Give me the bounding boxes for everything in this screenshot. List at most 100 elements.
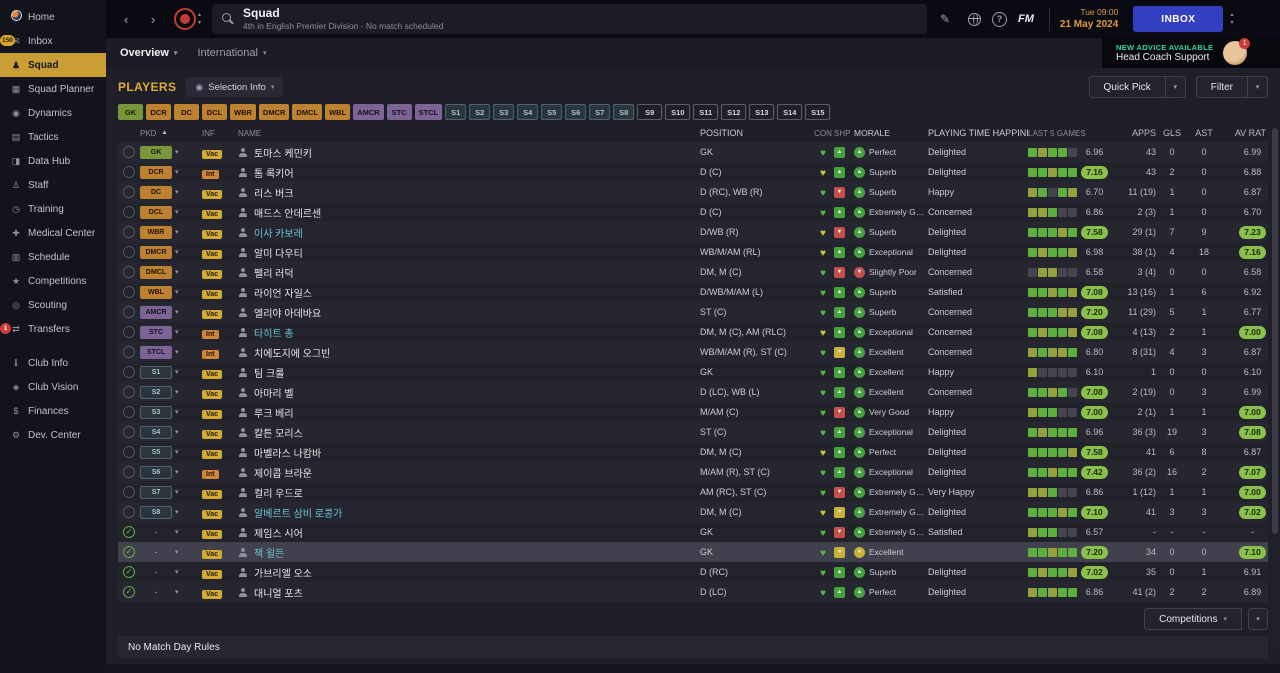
slot-dc[interactable]: DC — [174, 104, 199, 120]
player-row[interactable]: WBL ▾ Vac 라이언 자일스 D/WB/M/AM (L) ♥ ▲ ▲ Superb Sati… — [118, 282, 1268, 302]
row-checkbox[interactable] — [123, 266, 135, 278]
player-row[interactable]: S5 ▾ Vac 마벨라스 나캄바 DM, M (C) ♥ ▲ ▲ Perfect Delight… — [118, 442, 1268, 462]
col-name[interactable]: NAME — [238, 129, 700, 138]
col-av-rat[interactable]: AV RAT — [1220, 128, 1268, 138]
player-name-cell[interactable]: 엘리야 아데바요 — [238, 305, 700, 320]
picked-position-dropdown[interactable]: - ▾ — [140, 547, 202, 557]
row-checkbox[interactable] — [123, 146, 135, 158]
forward-button[interactable]: › — [143, 9, 163, 29]
info-badge[interactable]: Vac — [202, 370, 223, 379]
row-checkbox[interactable] — [123, 346, 135, 358]
slot-dcr[interactable]: DCR — [146, 104, 171, 120]
info-badge[interactable]: Vac — [202, 310, 223, 319]
sidebar-item-schedule[interactable]: ▥ Schedule — [0, 245, 106, 269]
slot-stcl[interactable]: STCL — [414, 104, 443, 120]
picked-position-dropdown[interactable]: S6 ▾ — [140, 465, 202, 479]
picked-position-dropdown[interactable]: DCR ▾ — [140, 165, 202, 179]
sidebar-item-transfers[interactable]: 1 ⇄ Transfers — [0, 317, 106, 341]
player-row[interactable]: S3 ▾ Vac 루크 베리 M/AM (C) ♥ ▼ ▲ Very Good Happy 7.00… — [118, 402, 1268, 422]
slot-s15[interactable]: S15 — [805, 104, 831, 120]
world-icon[interactable] — [963, 8, 985, 30]
row-checkbox[interactable] — [123, 326, 135, 338]
slot-s9[interactable]: S9 — [637, 104, 663, 120]
picked-position-dropdown[interactable]: S3 ▾ — [140, 405, 202, 419]
player-name-cell[interactable]: 펠리 러덕 — [238, 265, 700, 280]
slot-s14[interactable]: S14 — [777, 104, 803, 120]
slot-wbr[interactable]: WBR — [230, 104, 256, 120]
row-checkbox[interactable]: ✓ — [123, 566, 135, 578]
sidebar-item-finances[interactable]: $ Finances — [0, 399, 106, 423]
sidebar-item-inbox[interactable]: 150 ✉ Inbox — [0, 29, 106, 53]
col-shp[interactable]: SHP — [834, 129, 854, 138]
info-badge[interactable]: Vac — [202, 490, 223, 499]
selection-info-dropdown[interactable]: ◉ Selection Info ▾ — [186, 77, 284, 97]
sidebar-item-club-vision[interactable]: ◈ Club Vision — [0, 375, 106, 399]
picked-position-dropdown[interactable]: WBR ▾ — [140, 225, 202, 239]
slot-s11[interactable]: S11 — [693, 104, 719, 120]
info-badge[interactable]: Int — [202, 350, 219, 359]
player-name-cell[interactable]: 제임스 시어 — [238, 525, 700, 540]
sidebar-item-home[interactable]: Home — [0, 5, 106, 29]
player-row[interactable]: S7 ▾ Vac 컬리 우드로 AM (RC), ST (C) ♥ ▼ ▲ Extremely … — [118, 482, 1268, 502]
info-badge[interactable]: Vac — [202, 530, 223, 539]
player-row[interactable]: ✓ - ▾ Vac 가브리엘 오소 D (RC) ♥ ▲ ▲ Superb Delighted 7.0… — [118, 562, 1268, 582]
info-badge[interactable]: Vac — [202, 190, 223, 199]
filter-button[interactable]: Filter — [1195, 76, 1248, 98]
sidebar-item-staff[interactable]: ♙ Staff — [0, 173, 106, 197]
slot-s7[interactable]: S7 — [589, 104, 611, 120]
player-row[interactable]: ✓ - ▾ Vac 대니얼 포츠 D (LC) ♥ ▲ ▲ Perfect Delighted 6.8… — [118, 582, 1268, 602]
coach-avatar[interactable]: 1 — [1223, 38, 1251, 65]
row-checkbox[interactable] — [123, 166, 135, 178]
row-checkbox[interactable] — [123, 506, 135, 518]
record-button[interactable] — [174, 8, 196, 30]
scrollbar[interactable] — [1272, 128, 1278, 648]
info-badge[interactable]: Vac — [202, 290, 223, 299]
slot-stc[interactable]: STC — [386, 104, 412, 120]
player-name-cell[interactable]: 알미 다우티 — [238, 245, 700, 260]
picked-position-dropdown[interactable]: - ▾ — [140, 527, 202, 537]
picked-position-dropdown[interactable]: STC ▾ — [140, 325, 202, 339]
help-icon[interactable]: ? — [992, 11, 1008, 27]
row-checkbox[interactable] — [123, 486, 135, 498]
edit-icon[interactable]: ✎ — [934, 8, 956, 30]
sidebar-item-squad-planner[interactable]: ▦ Squad Planner — [0, 77, 106, 101]
scrollbar-thumb[interactable] — [1272, 128, 1278, 534]
advice-panel[interactable]: NEW ADVICE AVAILABLE Head Coach Support … — [1102, 38, 1280, 68]
slot-dmcl[interactable]: DMCL — [292, 104, 323, 120]
player-row[interactable]: DC ▾ Vac 리스 버크 D (RC), WB (R) ♥ ▼ ▲ Superb Happy 6… — [118, 182, 1268, 202]
tab-overview[interactable]: Overview ▾ — [120, 47, 177, 59]
col-apps[interactable]: APPS — [1116, 128, 1156, 138]
col-inf[interactable]: INF — [202, 129, 238, 138]
tab-international[interactable]: International ▾ — [197, 47, 266, 59]
player-row[interactable]: S4 ▾ Vac 칼튼 모리스 ST (C) ♥ ▲ ▲ Exceptional Delighte… — [118, 422, 1268, 442]
slot-wbl[interactable]: WBL — [325, 104, 351, 120]
picked-position-dropdown[interactable]: STCL ▾ — [140, 345, 202, 359]
player-row[interactable]: WBR ▾ Vac 이사 카보레 D/WB (R) ♥ ▼ ▲ Superb Delighted 7… — [118, 222, 1268, 242]
player-name-cell[interactable]: 치에도지에 오그빈 — [238, 345, 700, 360]
row-checkbox[interactable] — [123, 226, 135, 238]
info-badge[interactable]: Vac — [202, 150, 223, 159]
col-ast[interactable]: AST — [1188, 128, 1220, 138]
picked-position-dropdown[interactable]: DC ▾ — [140, 185, 202, 199]
slot-s4[interactable]: S4 — [517, 104, 539, 120]
player-name-cell[interactable]: 칼튼 모리스 — [238, 425, 700, 440]
player-name-cell[interactable]: 알베르트 삼비 로콩가 — [238, 505, 700, 520]
player-row[interactable]: AMCR ▾ Vac 엘리야 아데바요 ST (C) ♥ ▲ ▲ Superb Concerned… — [118, 302, 1268, 322]
info-badge[interactable]: Vac — [202, 430, 223, 439]
row-checkbox[interactable]: ✓ — [123, 546, 135, 558]
competitions-dropdown[interactable]: Competitions ▾ — [1144, 608, 1242, 630]
picked-position-dropdown[interactable]: S1 ▾ — [140, 365, 202, 379]
player-row[interactable]: STC ▾ Int 타히트 총 DM, M (C), AM (RLC) ♥ ▲ ▲ Except… — [118, 322, 1268, 342]
slot-gk[interactable]: GK — [118, 104, 143, 120]
player-name-cell[interactable]: 잭 윌든 — [238, 545, 700, 560]
sidebar-item-competitions[interactable]: ★ Competitions — [0, 269, 106, 293]
inbox-stepper[interactable]: ▴ ▾ — [1230, 12, 1233, 27]
picked-position-dropdown[interactable]: DMCL ▾ — [140, 265, 202, 279]
player-name-cell[interactable]: 마벨라스 나캄바 — [238, 445, 700, 460]
player-row[interactable]: S8 ▾ Vac 알베르트 삼비 로콩가 DM, M (C) ♥ = ▲ Extremely G… — [118, 502, 1268, 522]
slot-s6[interactable]: S6 — [565, 104, 587, 120]
info-badge[interactable]: Vac — [202, 550, 223, 559]
slot-s3[interactable]: S3 — [493, 104, 515, 120]
picked-position-dropdown[interactable]: AMCR ▾ — [140, 305, 202, 319]
filter-chevron[interactable]: ▾ — [1248, 76, 1268, 98]
